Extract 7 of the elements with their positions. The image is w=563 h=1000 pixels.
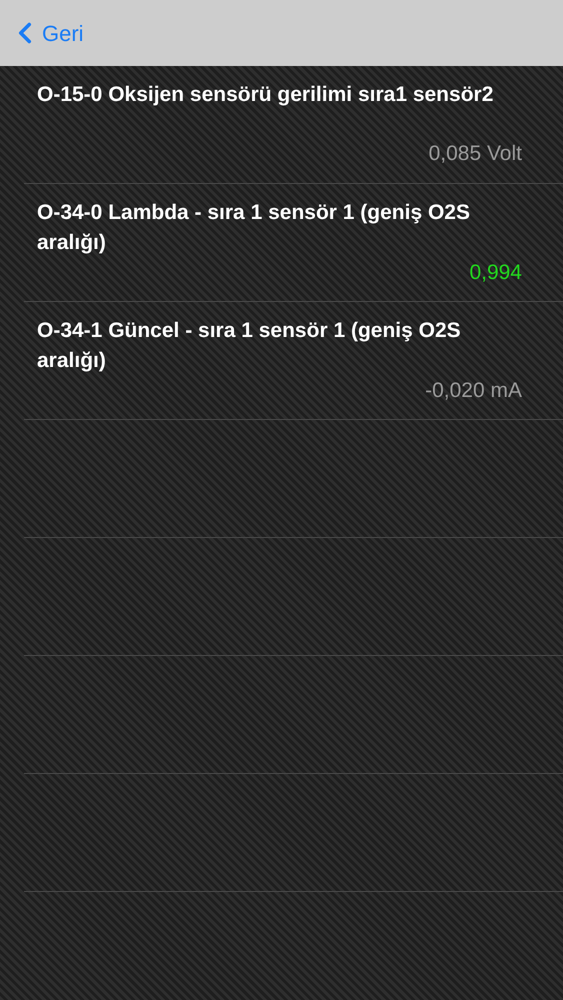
reading-value: 0,085 Volt xyxy=(428,141,522,167)
reading-title: O-15-0 Oksijen sensörü gerilimi sıra1 sensör2 xyxy=(37,82,494,108)
reading-value: 0,994 xyxy=(468,260,522,286)
back-button[interactable]: Geri xyxy=(8,16,84,50)
reading-title: O-34-0 Lambda - sıra 1 sensör 1 (geniş O2S aralığı) xyxy=(37,200,471,256)
reading-title: O-34-1 Güncel - sıra 1 sensör 1 (geniş O2S aralığı) xyxy=(37,318,462,374)
reading-value: -0,020 mA xyxy=(424,378,522,404)
